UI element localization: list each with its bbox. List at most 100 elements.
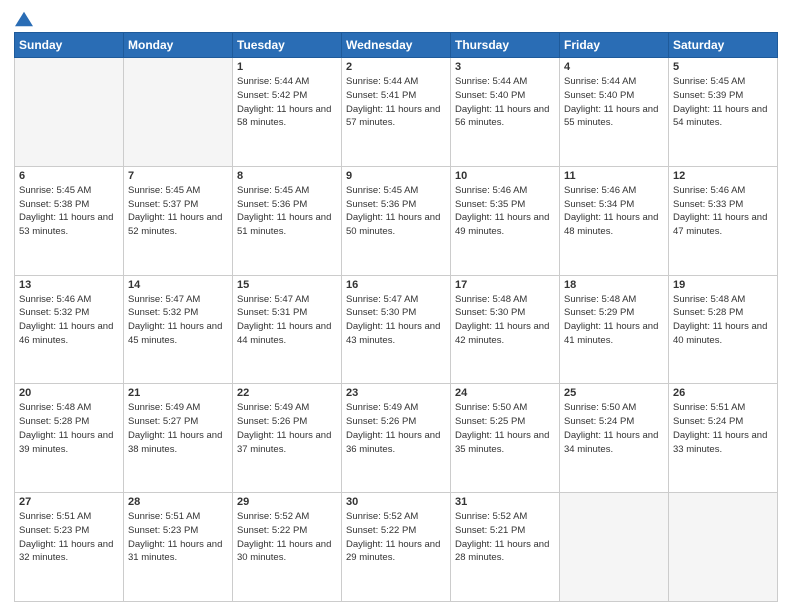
day-number: 28	[128, 496, 228, 508]
calendar-cell: 30Sunrise: 5:52 AMSunset: 5:22 PMDayligh…	[342, 493, 451, 602]
calendar-cell: 10 Sunrise: 5:46 AMSunset: 5:35 PMDayligh…	[451, 166, 560, 275]
day-info: Sunrise: 5:50 AMSunset: 5:24 PMDaylight:…	[564, 401, 664, 456]
day-number: 11	[564, 170, 664, 182]
day-info: Sunrise: 5:48 AMSunset: 5:28 PMDaylight:…	[673, 293, 773, 348]
calendar-cell: 22 Sunrise: 5:49 AMSunset: 5:26 PMDayligh…	[233, 384, 342, 493]
calendar-week-5: 27Sunrise: 5:51 AMSunset: 5:23 PMDayligh…	[15, 493, 778, 602]
day-info: Sunrise: 5:49 AMSunset: 5:26 PMDaylight:…	[237, 401, 337, 456]
calendar-cell: 28 Sunrise: 5:51 AMSunset: 5:23 PMDayligh…	[124, 493, 233, 602]
calendar-header-friday: Friday	[560, 33, 669, 58]
day-info: Sunrise: 5:46 AMSunset: 5:35 PMDaylight:…	[455, 184, 555, 239]
day-info: Sunrise: 5:50 AMSunset: 5:25 PMDaylight:…	[455, 401, 555, 456]
day-number: 22	[237, 387, 337, 399]
day-info: Sunrise: 5:48 AMSunset: 5:28 PMDaylight:…	[19, 401, 119, 456]
calendar-cell: 23Sunrise: 5:49 AMSunset: 5:26 PMDayligh…	[342, 384, 451, 493]
calendar-cell: 29Sunrise: 5:52 AMSunset: 5:22 PMDayligh…	[233, 493, 342, 602]
logo-icon	[15, 10, 33, 28]
calendar-cell: 20 Sunrise: 5:48 AMSunset: 5:28 PMDayligh…	[15, 384, 124, 493]
day-number: 26	[673, 387, 773, 399]
day-number: 5	[673, 61, 773, 73]
calendar-week-4: 20 Sunrise: 5:48 AMSunset: 5:28 PMDayligh…	[15, 384, 778, 493]
day-info: Sunrise: 5:44 AMSunset: 5:41 PMDaylight:…	[346, 75, 446, 130]
calendar-header-saturday: Saturday	[669, 33, 778, 58]
calendar-cell: 26 Sunrise: 5:51 AMSunset: 5:24 PMDayligh…	[669, 384, 778, 493]
day-info: Sunrise: 5:44 AMSunset: 5:42 PMDaylight:…	[237, 75, 337, 130]
day-info: Sunrise: 5:49 AMSunset: 5:27 PMDaylight:…	[128, 401, 228, 456]
calendar-cell	[15, 58, 124, 167]
day-info: Sunrise: 5:45 AMSunset: 5:36 PMDaylight:…	[346, 184, 446, 239]
day-number: 29	[237, 496, 337, 508]
day-info: Sunrise: 5:51 AMSunset: 5:24 PMDaylight:…	[673, 401, 773, 456]
day-number: 13	[19, 279, 119, 291]
day-number: 21	[128, 387, 228, 399]
day-number: 4	[564, 61, 664, 73]
calendar-week-1: 1 Sunrise: 5:44 AMSunset: 5:42 PMDaylight…	[15, 58, 778, 167]
day-info: Sunrise: 5:45 AMSunset: 5:38 PMDaylight:…	[19, 184, 119, 239]
day-info: Sunrise: 5:46 AMSunset: 5:32 PMDaylight:…	[19, 293, 119, 348]
day-number: 20	[19, 387, 119, 399]
day-info: Sunrise: 5:48 AMSunset: 5:29 PMDaylight:…	[564, 293, 664, 348]
logo	[14, 10, 33, 24]
calendar-cell: 6 Sunrise: 5:45 AMSunset: 5:38 PMDaylight…	[15, 166, 124, 275]
calendar-cell: 9 Sunrise: 5:45 AMSunset: 5:36 PMDaylight…	[342, 166, 451, 275]
day-number: 9	[346, 170, 446, 182]
day-number: 8	[237, 170, 337, 182]
day-number: 18	[564, 279, 664, 291]
day-info: Sunrise: 5:44 AMSunset: 5:40 PMDaylight:…	[455, 75, 555, 130]
calendar-cell	[669, 493, 778, 602]
day-number: 23	[346, 387, 446, 399]
calendar-week-3: 13 Sunrise: 5:46 AMSunset: 5:32 PMDayligh…	[15, 275, 778, 384]
day-number: 1	[237, 61, 337, 73]
calendar-header-tuesday: Tuesday	[233, 33, 342, 58]
day-info: Sunrise: 5:51 AMSunset: 5:23 PMDaylight:…	[19, 510, 119, 565]
calendar-header-thursday: Thursday	[451, 33, 560, 58]
calendar-cell: 17 Sunrise: 5:48 AMSunset: 5:30 PMDayligh…	[451, 275, 560, 384]
day-number: 14	[128, 279, 228, 291]
calendar-cell: 15 Sunrise: 5:47 AMSunset: 5:31 PMDayligh…	[233, 275, 342, 384]
day-number: 16	[346, 279, 446, 291]
day-number: 2	[346, 61, 446, 73]
calendar-header-wednesday: Wednesday	[342, 33, 451, 58]
day-info: Sunrise: 5:52 AMSunset: 5:22 PMDaylight:…	[346, 510, 446, 565]
day-number: 24	[455, 387, 555, 399]
calendar-cell: 5 Sunrise: 5:45 AMSunset: 5:39 PMDaylight…	[669, 58, 778, 167]
calendar-cell: 31 Sunrise: 5:52 AMSunset: 5:21 PMDayligh…	[451, 493, 560, 602]
calendar-cell	[124, 58, 233, 167]
calendar-header-row: SundayMondayTuesdayWednesdayThursdayFrid…	[15, 33, 778, 58]
calendar-cell: 4Sunrise: 5:44 AMSunset: 5:40 PMDaylight…	[560, 58, 669, 167]
day-number: 19	[673, 279, 773, 291]
calendar-header-monday: Monday	[124, 33, 233, 58]
calendar-cell: 8Sunrise: 5:45 AMSunset: 5:36 PMDaylight…	[233, 166, 342, 275]
calendar-cell: 14 Sunrise: 5:47 AMSunset: 5:32 PMDayligh…	[124, 275, 233, 384]
calendar-cell: 16Sunrise: 5:47 AMSunset: 5:30 PMDayligh…	[342, 275, 451, 384]
day-number: 12	[673, 170, 773, 182]
day-info: Sunrise: 5:45 AMSunset: 5:37 PMDaylight:…	[128, 184, 228, 239]
day-info: Sunrise: 5:45 AMSunset: 5:39 PMDaylight:…	[673, 75, 773, 130]
day-number: 6	[19, 170, 119, 182]
calendar-cell: 21 Sunrise: 5:49 AMSunset: 5:27 PMDayligh…	[124, 384, 233, 493]
header	[14, 10, 778, 24]
calendar-cell: 11 Sunrise: 5:46 AMSunset: 5:34 PMDayligh…	[560, 166, 669, 275]
day-number: 15	[237, 279, 337, 291]
day-number: 3	[455, 61, 555, 73]
calendar-cell: 19 Sunrise: 5:48 AMSunset: 5:28 PMDayligh…	[669, 275, 778, 384]
day-info: Sunrise: 5:52 AMSunset: 5:21 PMDaylight:…	[455, 510, 555, 565]
day-number: 10	[455, 170, 555, 182]
day-number: 17	[455, 279, 555, 291]
calendar-cell: 3 Sunrise: 5:44 AMSunset: 5:40 PMDaylight…	[451, 58, 560, 167]
calendar-table: SundayMondayTuesdayWednesdayThursdayFrid…	[14, 32, 778, 602]
day-info: Sunrise: 5:47 AMSunset: 5:31 PMDaylight:…	[237, 293, 337, 348]
day-info: Sunrise: 5:46 AMSunset: 5:33 PMDaylight:…	[673, 184, 773, 239]
calendar-cell: 24 Sunrise: 5:50 AMSunset: 5:25 PMDayligh…	[451, 384, 560, 493]
calendar-header-sunday: Sunday	[15, 33, 124, 58]
calendar-cell: 18 Sunrise: 5:48 AMSunset: 5:29 PMDayligh…	[560, 275, 669, 384]
day-info: Sunrise: 5:51 AMSunset: 5:23 PMDaylight:…	[128, 510, 228, 565]
calendar-cell: 12 Sunrise: 5:46 AMSunset: 5:33 PMDayligh…	[669, 166, 778, 275]
calendar-cell: 1 Sunrise: 5:44 AMSunset: 5:42 PMDaylight…	[233, 58, 342, 167]
day-info: Sunrise: 5:46 AMSunset: 5:34 PMDaylight:…	[564, 184, 664, 239]
day-info: Sunrise: 5:47 AMSunset: 5:32 PMDaylight:…	[128, 293, 228, 348]
calendar-cell: 13 Sunrise: 5:46 AMSunset: 5:32 PMDayligh…	[15, 275, 124, 384]
day-number: 31	[455, 496, 555, 508]
day-info: Sunrise: 5:48 AMSunset: 5:30 PMDaylight:…	[455, 293, 555, 348]
calendar-cell: 7Sunrise: 5:45 AMSunset: 5:37 PMDaylight…	[124, 166, 233, 275]
